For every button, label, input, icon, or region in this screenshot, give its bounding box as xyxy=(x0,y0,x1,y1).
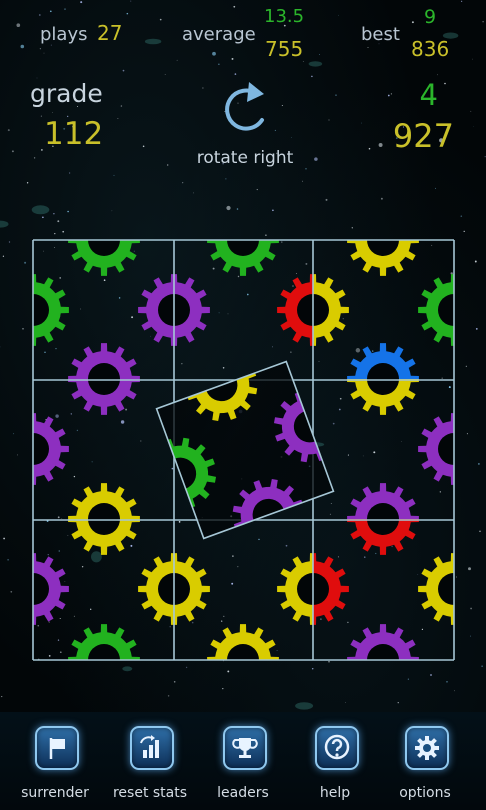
purple-gear xyxy=(33,553,69,625)
reset-stats-icon xyxy=(130,726,174,770)
help-label: help xyxy=(319,785,351,801)
gear-icon xyxy=(405,726,449,770)
surrender-button[interactable]: surrender xyxy=(11,726,99,810)
options-label: options xyxy=(399,785,451,801)
gear-hole xyxy=(367,363,399,395)
leaders-button[interactable]: leaders xyxy=(199,726,287,810)
rotating-tile[interactable] xyxy=(111,316,380,585)
reset-stats-label: reset stats xyxy=(112,785,188,801)
reset-stats-button[interactable]: reset stats xyxy=(106,726,194,810)
surrender-label: surrender xyxy=(21,785,89,801)
purple-gear xyxy=(418,413,454,485)
leaders-label: leaders xyxy=(217,785,269,801)
help-icon xyxy=(315,726,359,770)
gear-hole xyxy=(88,363,120,395)
yellow-gear xyxy=(418,553,454,625)
help-button[interactable]: help xyxy=(291,726,379,810)
gear-hole xyxy=(367,503,399,535)
purple-gear xyxy=(33,413,69,485)
application-bar: surrender reset stats leaders help optio… xyxy=(0,712,486,810)
flag-icon xyxy=(35,726,79,770)
blue-yellow-gear xyxy=(347,343,419,415)
green-gear xyxy=(418,274,454,346)
game-screen: plays 27 average 13.5 755 best 9 836 gra… xyxy=(0,0,486,810)
purple-gear xyxy=(68,343,140,415)
green-gear xyxy=(33,274,69,346)
options-button[interactable]: options xyxy=(381,726,469,810)
purple-red-gear xyxy=(347,483,419,555)
yellow-gear xyxy=(68,483,140,555)
puzzle-board[interactable] xyxy=(0,0,486,712)
trophy-icon xyxy=(223,726,267,770)
gear-hole xyxy=(88,503,120,535)
